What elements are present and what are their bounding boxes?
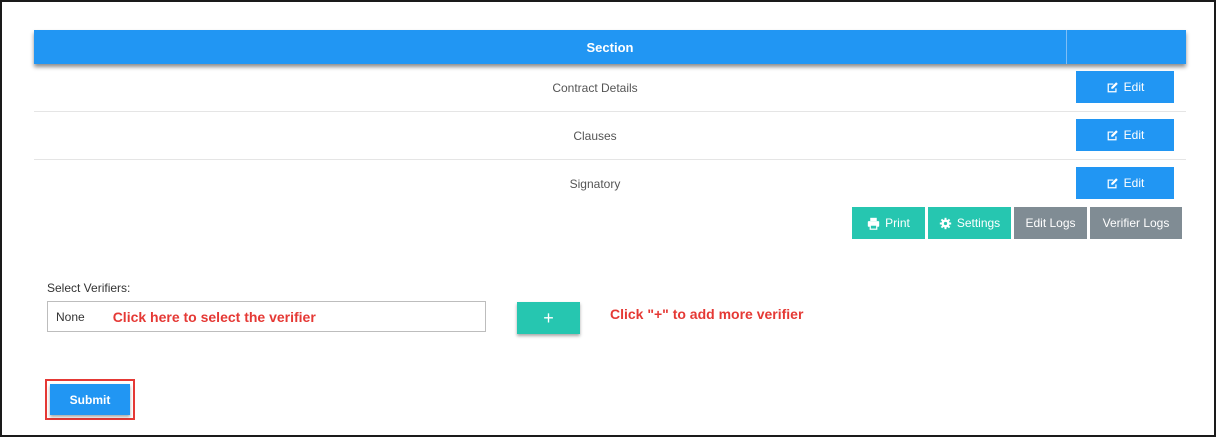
settings-button[interactable]: Settings [928,207,1011,239]
section-column-header: Section [586,39,634,55]
table-row-contract-details: Contract Details Edit [34,64,1186,112]
edit-button-label: Edit [1123,128,1145,142]
edit-button-label: Edit [1123,80,1145,94]
row-label: Contract Details [552,80,638,95]
verifier-logs-label: Verifier Logs [1102,216,1170,230]
edit-button-label: Edit [1123,176,1145,190]
verifier-select[interactable]: None Click here to select the verifier [47,301,486,332]
page-frame: Section Contract Details Edit Clauses Ed… [0,0,1216,437]
submit-button[interactable]: Submit [50,384,130,415]
table-header: Section [34,30,1186,64]
select-verifier-annotation: Click here to select the verifier [112,308,316,325]
edit-logs-button[interactable]: Edit Logs [1014,207,1087,239]
sections-table: Section Contract Details Edit Clauses Ed… [34,30,1186,207]
select-verifiers-label: Select Verifiers: [47,281,131,295]
print-button[interactable]: Print [852,207,925,239]
edit-icon [1107,177,1118,188]
add-verifier-button[interactable]: + [517,302,580,334]
edit-icon [1107,129,1118,140]
settings-label: Settings [956,216,1001,230]
edit-icon [1107,81,1118,92]
add-verifier-annotation: Click "+" to add more verifier [610,306,804,322]
verifier-logs-button[interactable]: Verifier Logs [1090,207,1182,239]
row-label: Signatory [569,176,621,191]
edit-logs-label: Edit Logs [1025,216,1076,230]
table-row-clauses: Clauses Edit [34,112,1186,160]
edit-signatory-button[interactable]: Edit [1076,167,1174,199]
submit-highlight-box: Submit [45,379,135,420]
action-toolbar: Print Settings Edit Logs Verifier Logs [852,207,1182,239]
row-label: Clauses [573,128,617,143]
header-divider [1066,30,1067,64]
printer-icon [867,217,880,230]
edit-contract-details-button[interactable]: Edit [1076,71,1174,103]
verifier-select-value: None [56,309,85,324]
gear-icon [939,217,951,229]
print-label: Print [885,216,910,230]
edit-clauses-button[interactable]: Edit [1076,119,1174,151]
table-row-signatory: Signatory Edit [34,160,1186,207]
